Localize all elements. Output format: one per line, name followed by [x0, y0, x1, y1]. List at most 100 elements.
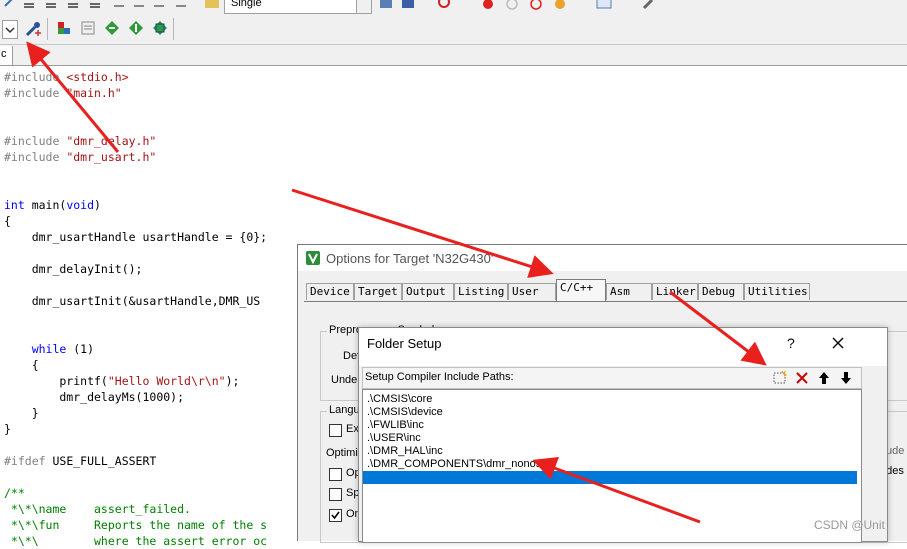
code-token: *\*\fun Reports the name of the s — [4, 518, 268, 532]
include-path-item[interactable]: .\CMSIS\device — [367, 406, 443, 419]
code-token: <stdio.h> — [66, 70, 129, 84]
split-sections-checkbox[interactable] — [329, 488, 342, 501]
toolbar-uncomment-icon[interactable] — [88, 0, 104, 10]
target-combo-value: Single — [231, 0, 262, 9]
include-paths-header: Setup Compiler Include Paths: — [362, 367, 862, 389]
code-line: int main(void) — [4, 197, 101, 213]
toolbar-print-icon[interactable] — [378, 0, 394, 10]
code-line: #include "dmr_usart.h" — [4, 149, 156, 165]
toolbar-bookmark-icon[interactable] — [152, 0, 168, 10]
code-line: *\*\name assert_failed. — [4, 501, 191, 517]
help-button[interactable]: ? — [787, 335, 795, 351]
code-token: *\*\ where the assert error oc — [4, 534, 268, 548]
delete-icon — [796, 372, 808, 384]
file-extensions-icon[interactable] — [80, 20, 96, 36]
folder-setup-titlebar: Folder Setup ? — [359, 328, 887, 366]
manage-run-time-environment-icon[interactable] — [152, 20, 168, 36]
arrow-down-icon — [841, 372, 851, 384]
toolbar-edit-icon[interactable] — [2, 0, 18, 10]
include-path-new-entry[interactable] — [363, 471, 857, 484]
chevron-down-icon[interactable] — [356, 0, 371, 13]
code-token: /** — [4, 486, 25, 500]
toolbar-unindent-icon[interactable] — [44, 0, 60, 10]
new-folder-icon — [773, 370, 788, 384]
move-down-button[interactable] — [837, 370, 855, 386]
toolbar-breakpoint-icon[interactable] — [504, 0, 520, 10]
code-line: #ifdef USE_FULL_ASSERT — [4, 453, 156, 469]
tab-output[interactable]: Output — [402, 283, 454, 300]
move-up-button[interactable] — [815, 370, 833, 386]
tab-utilities[interactable]: Utilities — [744, 283, 810, 300]
toolbar-dropdown[interactable] — [2, 20, 18, 39]
include-path-item[interactable]: .\DMR_COMPONENTS\dmr_nonos — [367, 458, 541, 471]
code-token: #include — [4, 70, 67, 84]
tab-target[interactable]: Target — [354, 283, 402, 300]
include-path-item[interactable]: .\FWLIB\inc — [367, 419, 424, 432]
right-text-1: ude — [886, 445, 905, 457]
include-paths-list[interactable]: .\CMSIS\core .\CMSIS\device .\FWLIB\inc .\U… — [362, 389, 862, 543]
build-toolbar — [0, 14, 907, 45]
tab-debug[interactable]: Debug — [698, 283, 744, 300]
toolbar-indent-icon[interactable] — [22, 0, 38, 10]
arrow-up-icon — [819, 372, 829, 384]
include-path-item[interactable]: .\DMR_HAL\inc — [367, 445, 443, 458]
code-token: dmr_delayMs(1000); — [4, 390, 185, 404]
toolbar-download-icon[interactable] — [400, 0, 416, 10]
execute-only-checkbox[interactable] — [329, 424, 342, 437]
toolbar-disable-breakpoint-icon[interactable] — [528, 0, 544, 10]
code-line: { — [4, 357, 39, 373]
close-button[interactable] — [831, 336, 845, 350]
tab-user[interactable]: User — [508, 283, 556, 300]
folder-setup-dialog: Folder Setup ? Setup Compiler Include Pa… — [358, 327, 888, 543]
toolbar-folder-icon[interactable] — [204, 0, 220, 10]
options-for-target-icon[interactable] — [24, 20, 41, 37]
new-path-button[interactable] — [771, 370, 789, 386]
tab-c-c-[interactable]: C/C++ — [556, 279, 606, 301]
code-token: ); — [225, 374, 240, 388]
manage-project-items-icon[interactable] — [56, 20, 72, 36]
code-line: while (1) — [4, 341, 94, 357]
code-token: int — [4, 198, 25, 212]
tab-listing[interactable]: Listing — [454, 283, 508, 300]
folder-setup-title: Folder Setup — [367, 336, 442, 351]
tab-device[interactable]: Device — [306, 283, 354, 300]
include-paths-label: Setup Compiler Include Paths: — [365, 371, 514, 383]
main-toolbar: Single — [0, 0, 907, 15]
toolbar-kill-breakpoints-icon[interactable] — [552, 0, 568, 10]
tab-asm[interactable]: Asm — [606, 283, 652, 300]
file-tab[interactable]: c — [0, 46, 13, 65]
code-line: } — [4, 421, 11, 437]
toolbar-wrench-icon[interactable] — [640, 0, 656, 10]
optimize-checkbox[interactable] — [329, 468, 342, 481]
code-token: { — [4, 358, 39, 372]
select-packs-icon[interactable] — [104, 20, 120, 36]
delete-path-button[interactable] — [793, 370, 811, 386]
code-line: printf("Hello World\r\n"); — [4, 373, 239, 389]
one-elf-checkbox[interactable] — [329, 509, 342, 522]
tab-linker[interactable]: Linker — [652, 283, 698, 300]
checkmark-icon — [331, 511, 340, 520]
include-path-item[interactable]: .\CMSIS\core — [367, 393, 432, 406]
file-tab-strip: c — [0, 45, 907, 66]
toolbar-debug-icon[interactable] — [480, 0, 496, 10]
toolbar-window-icon[interactable] — [596, 0, 612, 10]
toolbar-replace-icon[interactable] — [132, 0, 148, 10]
toolbar-search-icon[interactable] — [436, 0, 452, 10]
code-token: ) — [94, 198, 101, 212]
toolbar-comment-icon[interactable] — [66, 0, 82, 10]
code-token: #include — [4, 86, 67, 100]
code-line: { — [4, 213, 11, 229]
code-token: #include — [4, 150, 67, 164]
target-combo[interactable]: Single — [224, 0, 372, 14]
code-line: } — [4, 405, 39, 421]
options-dialog-title: Options for Target 'N32G430' — [326, 251, 494, 266]
toolbar-find-icon[interactable] — [112, 0, 128, 10]
toolbar-clear-icon[interactable] — [174, 0, 190, 10]
code-line: /** — [4, 485, 25, 501]
pack-installer-icon[interactable] — [128, 20, 144, 36]
code-line: *\*\ where the assert error oc — [4, 533, 267, 549]
code-token: void — [66, 198, 95, 212]
code-line: dmr_usartInit(&usartHandle,DMR_US — [4, 293, 261, 309]
code-token: } — [4, 406, 39, 420]
include-path-item[interactable]: .\USER\inc — [367, 432, 421, 445]
